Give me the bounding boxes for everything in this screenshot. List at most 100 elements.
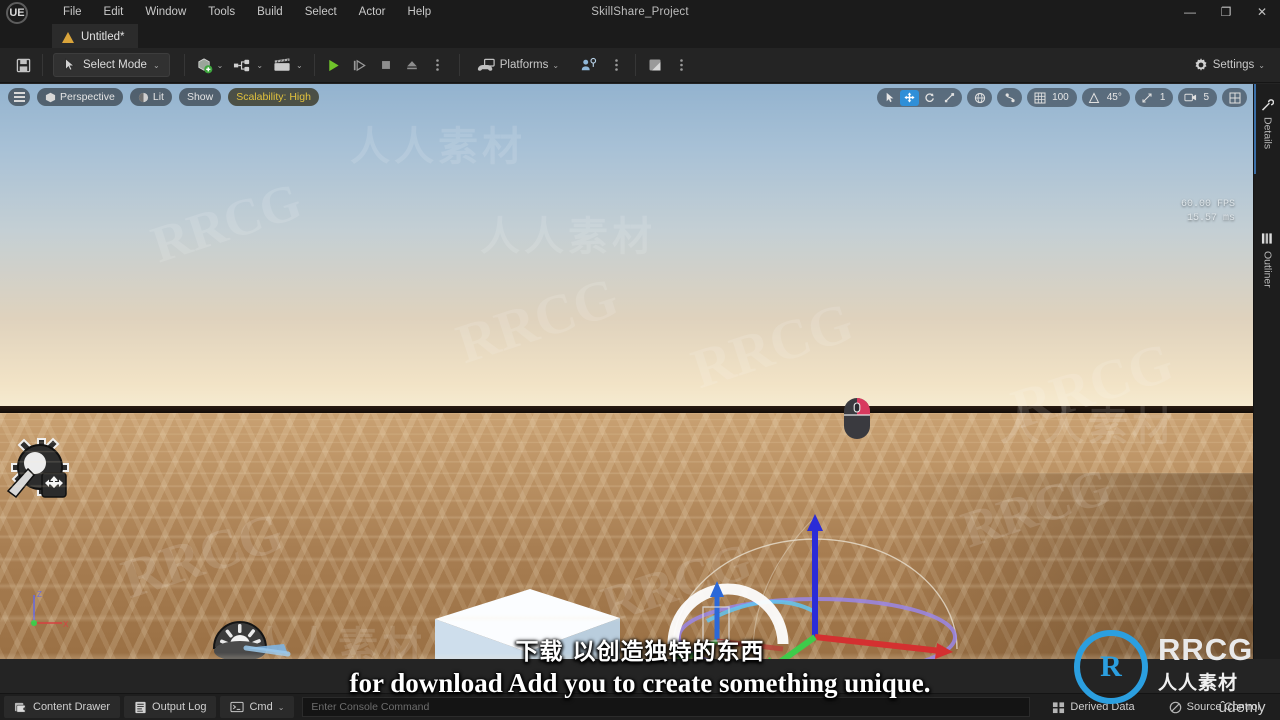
platforms-button[interactable]: Platforms ⌄: [472, 52, 564, 78]
scale-snap-value[interactable]: 1: [1158, 92, 1171, 103]
multiuser-button[interactable]: [576, 52, 603, 78]
chevron-down-icon-add: ⌄: [216, 60, 224, 70]
rotate-tool-button[interactable]: [920, 90, 939, 106]
viewport-layout-button[interactable]: [1225, 90, 1244, 106]
viewport-layout-group: [1222, 88, 1247, 107]
details-wrench-icon: [1261, 99, 1274, 111]
project-title: SkillShare_Project: [591, 6, 689, 18]
save-button[interactable]: [10, 52, 36, 78]
right-sidebar-rail: Details Outliner: [1253, 84, 1280, 659]
rrcg-logo-icon: R: [1074, 630, 1148, 704]
show-label: Show: [186, 91, 214, 103]
output-log-label: Output Log: [152, 701, 207, 713]
content-drawer-button[interactable]: Content Drawer: [4, 696, 121, 718]
viewport-transform-toolbar: 100 45° 1 5: [877, 88, 1247, 107]
multiuser-options-button[interactable]: [603, 52, 629, 78]
snapshot-icon: [649, 59, 661, 71]
perspective-dropdown[interactable]: Perspective: [37, 88, 123, 106]
minimize-button[interactable]: —: [1172, 0, 1208, 24]
console-command-placeholder: Enter Console Command: [311, 701, 430, 713]
cursor-icon: [886, 92, 893, 103]
rrcg-branding-overlay: R RRCG 人人素材 ûdemy: [1062, 628, 1272, 716]
play-button[interactable]: [321, 52, 347, 78]
blueprint-icon: [234, 59, 250, 71]
view-mode-dropdown[interactable]: Lit: [129, 88, 172, 106]
frametime-value: 15.57 ms: [1186, 213, 1235, 224]
cube-icon: [45, 92, 56, 102]
select-tool-button[interactable]: [880, 90, 899, 106]
angle-snap-toggle[interactable]: [1085, 90, 1104, 106]
show-dropdown[interactable]: Show: [178, 88, 222, 106]
unreal-editor-window: UE File Edit Window Tools Build Select A…: [0, 0, 1280, 720]
toolbar-divider-3: [313, 54, 315, 76]
cmd-dropdown-button[interactable]: Cmd ⌄: [220, 696, 295, 718]
scale-snap-toggle[interactable]: [1138, 90, 1157, 106]
layout-grid-icon: [1229, 92, 1240, 103]
settings-button[interactable]: Settings ⌄: [1188, 52, 1270, 78]
coordinate-space-group: [967, 88, 993, 107]
rrcg-chinese-wordmark: 人人素材: [1158, 672, 1239, 694]
multi-user-icon: [581, 57, 597, 71]
rail-tab-details[interactable]: Details: [1254, 90, 1280, 157]
rotate-icon: [925, 93, 934, 102]
camera-speed-value[interactable]: 5: [1201, 92, 1214, 103]
snapshot-button[interactable]: [642, 52, 668, 78]
toolbar-divider: [42, 54, 43, 76]
camera-speed-group: 5: [1178, 88, 1217, 107]
grid-snap-toggle[interactable]: [1030, 90, 1049, 106]
viewport-menu-button[interactable]: [8, 88, 30, 106]
scalability-dropdown[interactable]: Scalability: High: [228, 88, 319, 106]
rail-tab-outliner-label: Outliner: [1261, 251, 1274, 288]
eject-icon: [406, 61, 417, 70]
tab-untitled-level[interactable]: Untitled*: [52, 24, 139, 48]
grid-snap-group: 100: [1027, 88, 1077, 107]
surface-snap-button[interactable]: [1000, 90, 1019, 106]
select-mode-dropdown[interactable]: Select Mode ⌄: [53, 53, 170, 77]
mouse-hint-icon: [841, 396, 873, 441]
rail-tab-outliner[interactable]: Outliner: [1254, 224, 1280, 296]
translate-tool-button[interactable]: [900, 89, 920, 106]
add-cube-icon: [198, 57, 212, 73]
toolbar-divider-5: [635, 54, 637, 76]
sky-backdrop: [0, 84, 1253, 410]
camera-speed-icon-button[interactable]: [1181, 90, 1200, 106]
chevron-down-icon-settings: ⌄: [1258, 60, 1265, 70]
globe-icon: [974, 92, 985, 103]
scale-snap-group: 1: [1134, 88, 1174, 107]
skip-button[interactable]: [347, 52, 373, 78]
cinematics-button[interactable]: ⌄: [268, 52, 308, 78]
stop-icon: [381, 61, 390, 69]
save-icon: [16, 58, 30, 72]
perspective-label: Perspective: [60, 91, 115, 103]
gear-icon: [1195, 58, 1207, 71]
angle-snap-group: 45°: [1081, 88, 1130, 107]
add-actor-button[interactable]: ⌄: [191, 52, 229, 78]
stop-button[interactable]: [373, 52, 399, 78]
chevron-down-icon-bp: ⌄: [256, 60, 264, 70]
blueprints-button[interactable]: ⌄: [228, 52, 268, 78]
play-options-button[interactable]: [425, 52, 451, 78]
kebab-menu-icon: [436, 59, 440, 71]
close-button[interactable]: ✕: [1244, 0, 1280, 24]
surface-snap-group: [997, 88, 1023, 107]
output-log-button[interactable]: Output Log: [124, 696, 217, 718]
title-bar: UE File Edit Window Tools Build Select A…: [0, 0, 1280, 24]
console-command-input[interactable]: Enter Console Command: [302, 697, 1031, 717]
kebab-menu-icon-3: [679, 59, 683, 71]
grid-snap-value[interactable]: 100: [1050, 92, 1074, 103]
settings-label: Settings: [1212, 59, 1255, 71]
angle-snap-value[interactable]: 45°: [1105, 92, 1127, 103]
scale-tool-button[interactable]: [940, 90, 959, 106]
outliner-list-icon: [1261, 233, 1272, 244]
sky-atmosphere-actor[interactable]: [2, 429, 80, 509]
world-space-button[interactable]: [970, 90, 989, 106]
window-controls: — ❐ ✕: [1172, 0, 1280, 24]
level-viewport[interactable]: RRCGRRCGRRCGRRCGRRCGRRCGRRCG人人素材人人素材人人素材…: [0, 84, 1253, 659]
lit-label: Lit: [152, 91, 164, 103]
eject-button[interactable]: [399, 52, 425, 78]
snapshot-options-button[interactable]: [668, 52, 694, 78]
fps-value: 60.00 FPS: [1180, 199, 1235, 210]
play-icon: [329, 59, 339, 71]
maximize-button[interactable]: ❐: [1208, 0, 1244, 24]
select-mode-label: Select Mode: [83, 59, 147, 71]
